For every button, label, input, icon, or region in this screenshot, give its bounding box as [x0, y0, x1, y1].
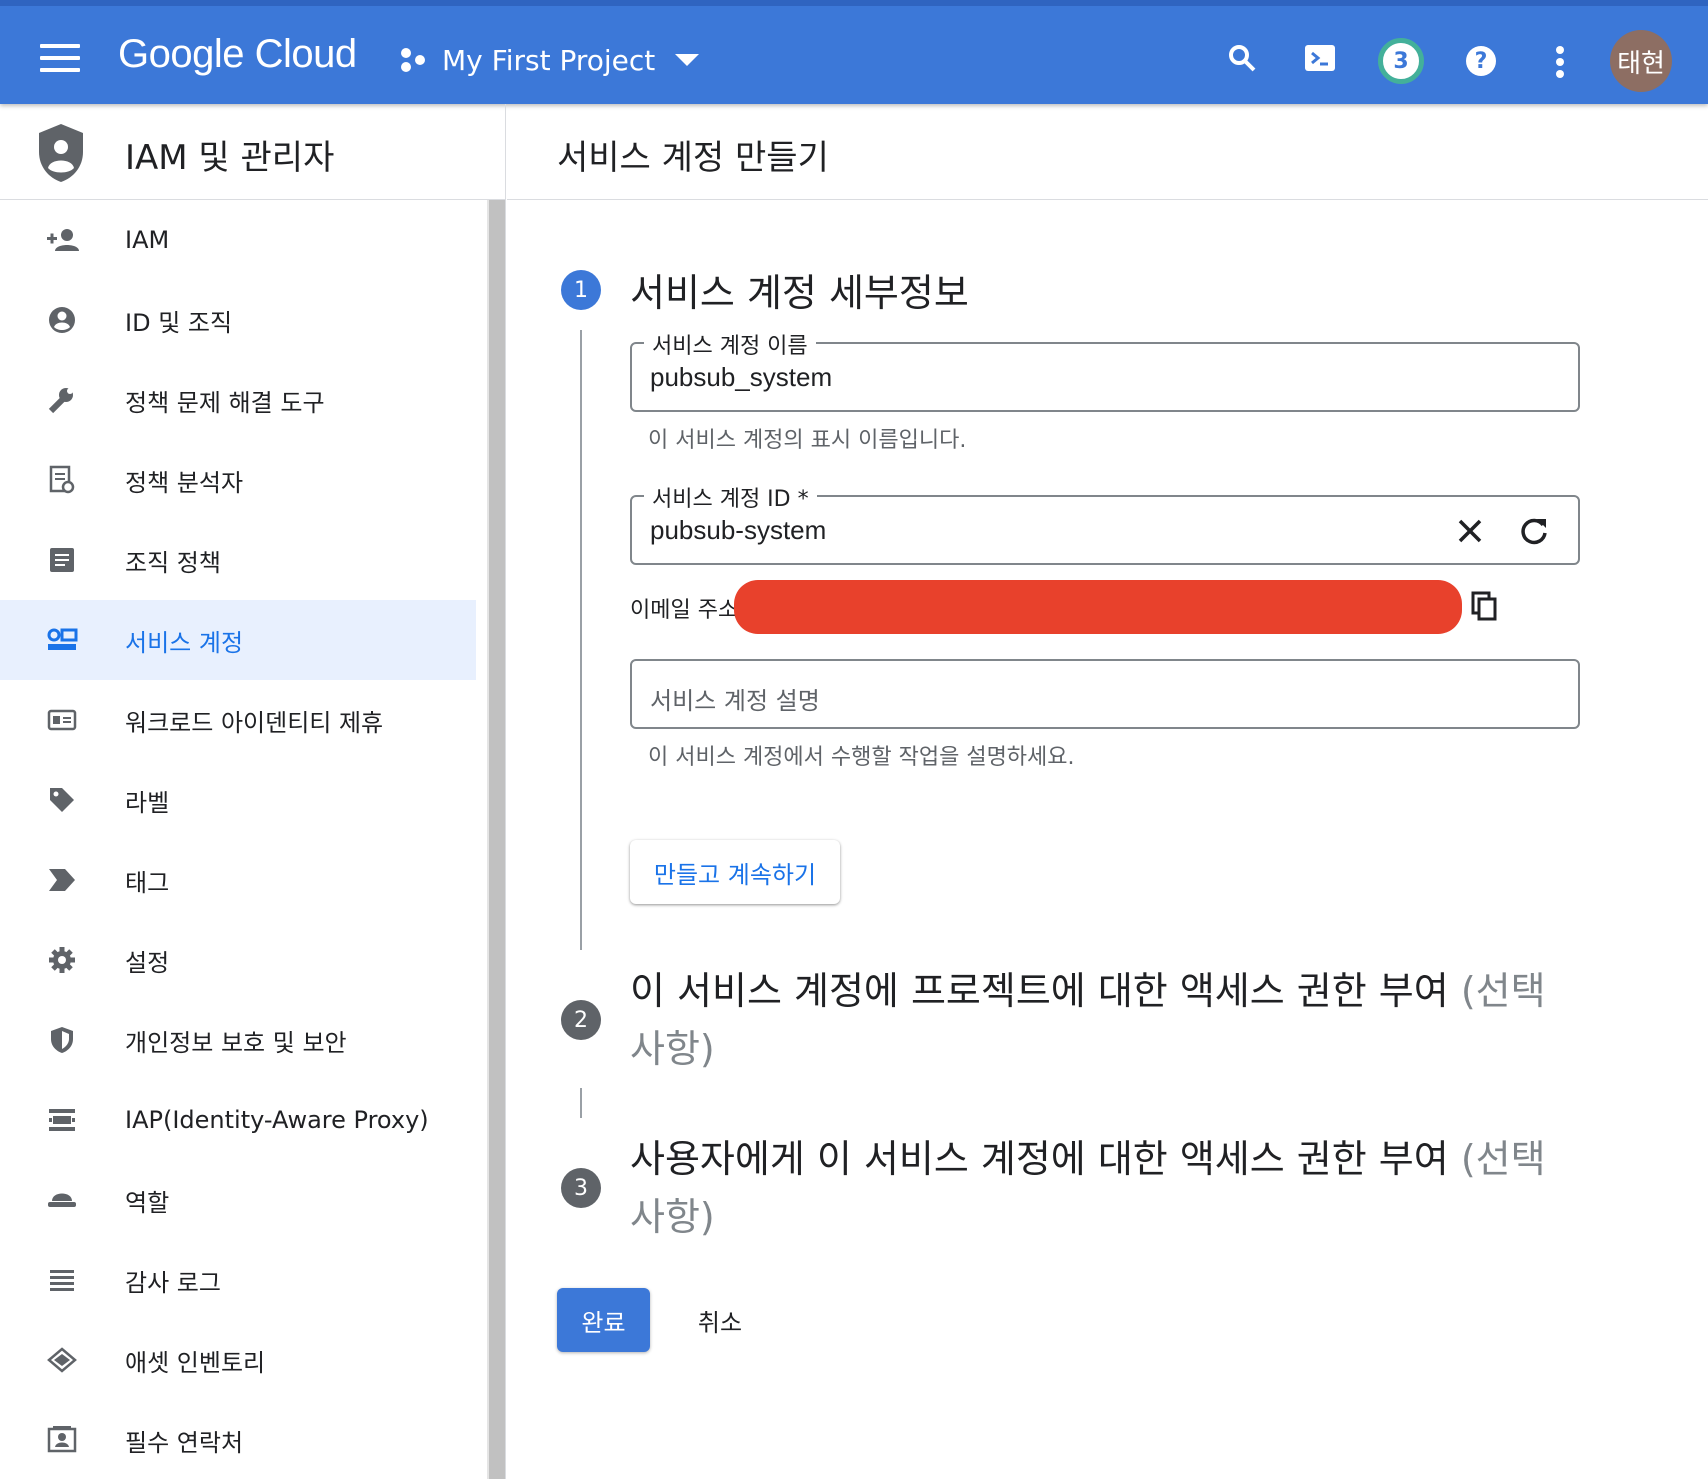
- service-account-id-input[interactable]: pubsub-system: [650, 515, 826, 546]
- sidebar-item-label: 태그: [125, 868, 170, 897]
- id-card-icon: [44, 702, 80, 738]
- step-1-title: 서비스 계정 세부정보: [630, 271, 969, 315]
- shield-icon: [44, 1022, 80, 1058]
- clear-icon[interactable]: [1450, 511, 1490, 551]
- hamburger-menu-icon[interactable]: [40, 44, 80, 72]
- cancel-button[interactable]: 취소: [680, 1288, 760, 1352]
- description-field-hint: 이 서비스 계정에서 수행할 작업을 설명하세요.: [648, 745, 1075, 770]
- sidebar-item[interactable]: 감사 로그: [0, 1240, 476, 1320]
- sidebar-item[interactable]: 설정: [0, 920, 476, 1000]
- top-app-bar: Google Cloud My First Project 3 ? 태현: [0, 0, 1708, 104]
- done-button[interactable]: 완료: [557, 1288, 650, 1352]
- step-2-title[interactable]: 이 서비스 계정에 프로젝트에 대한 액세스 권한 부여 (선택사항): [630, 962, 1560, 1078]
- create-and-continue-button[interactable]: 만들고 계속하기: [630, 840, 840, 904]
- sidebar-item[interactable]: 역할: [0, 1160, 476, 1240]
- tag-icon: [44, 862, 80, 898]
- email-address-label: 이메일 주소: [630, 598, 739, 623]
- policy-analyzer-icon: [44, 462, 80, 498]
- page-title: 서비스 계정 만들기: [557, 138, 829, 178]
- step-3-title[interactable]: 사용자에게 이 서비스 계정에 대한 액세스 권한 부여 (선택사항): [630, 1130, 1560, 1246]
- sidebar-item-label: 정책 분석자: [125, 468, 244, 497]
- redacted-email: [734, 580, 1462, 634]
- sidebar-item[interactable]: 태그: [0, 840, 476, 920]
- page-header: 서비스 계정 만들기: [507, 104, 1708, 200]
- step-2-indicator: 2: [561, 1000, 601, 1040]
- field-label: 서비스 계정 ID *: [644, 481, 817, 513]
- project-selector[interactable]: My First Project: [398, 38, 700, 82]
- field-label: 서비스 계정 이름: [644, 328, 816, 360]
- sidebar-item[interactable]: 워크로드 아이덴티티 제휴: [0, 680, 476, 760]
- sidebar-item[interactable]: 정책 분석자: [0, 440, 476, 520]
- sidebar-item-label: 정책 문제 해결 도구: [125, 388, 325, 417]
- sidebar-item-label: 역할: [125, 1188, 170, 1217]
- avatar[interactable]: 태현: [1610, 30, 1672, 92]
- sidebar-item[interactable]: 애셋 인벤토리: [0, 1320, 476, 1400]
- sidebar-item[interactable]: 정책 문제 해결 도구: [0, 360, 476, 440]
- sidebar-item[interactable]: IAM: [0, 200, 476, 280]
- iam-shield-icon: [39, 124, 83, 182]
- sidebar-scrollbar[interactable]: [487, 200, 505, 1479]
- copy-icon[interactable]: [1466, 588, 1502, 624]
- sidebar-item-label: 애셋 인벤토리: [125, 1348, 266, 1377]
- step-connector-line: [580, 1088, 582, 1118]
- cloud-shell-icon[interactable]: [1298, 36, 1342, 80]
- step-connector-line: [580, 330, 582, 950]
- search-icon[interactable]: [1220, 36, 1264, 80]
- service-account-name-field[interactable]: 서비스 계정 이름 pubsub_system: [630, 328, 1580, 412]
- name-field-hint: 이 서비스 계정의 표시 이름입니다.: [648, 428, 967, 453]
- sidebar-header: IAM 및 관리자: [0, 104, 505, 200]
- sidebar-item[interactable]: 필수 연락처: [0, 1400, 476, 1479]
- sidebar-title: IAM 및 관리자: [125, 138, 335, 178]
- gear-icon: [44, 942, 80, 978]
- notifications-badge[interactable]: 3: [1378, 38, 1424, 84]
- label-icon: [44, 782, 80, 818]
- sidebar-item-label: 개인정보 보호 및 보안: [125, 1028, 347, 1057]
- iap-icon: [44, 1102, 80, 1138]
- sidebar-item[interactable]: 라벨: [0, 760, 476, 840]
- sidebar-item-label: 필수 연락처: [125, 1428, 244, 1457]
- sidebar-item-label: 설정: [125, 948, 170, 977]
- sidebar-item[interactable]: 개인정보 보호 및 보안: [0, 1000, 476, 1080]
- step-3-title-text: 사용자에게 이 서비스 계정에 대한 액세스 권한 부여: [630, 1137, 1449, 1181]
- sidebar-item[interactable]: IAP(Identity-Aware Proxy): [0, 1080, 476, 1160]
- sidebar-item-label: IAP(Identity-Aware Proxy): [125, 1106, 429, 1134]
- sidebar-item-label: 워크로드 아이덴티티 제휴: [125, 708, 384, 737]
- wrench-icon: [44, 382, 80, 418]
- more-options-icon[interactable]: [1556, 46, 1566, 82]
- help-icon[interactable]: ?: [1466, 46, 1496, 76]
- step-3-indicator: 3: [561, 1168, 601, 1208]
- service-account-id-field[interactable]: 서비스 계정 ID * pubsub-system: [630, 481, 1580, 565]
- account-circle-icon: [44, 302, 80, 338]
- layers-icon: [44, 1342, 80, 1378]
- person-add-icon: [44, 222, 80, 258]
- sidebar-item[interactable]: 서비스 계정: [0, 600, 476, 680]
- document-icon: [44, 542, 80, 578]
- step-1-indicator: 1: [561, 270, 601, 310]
- contact-card-icon: [44, 1422, 80, 1458]
- description-input[interactable]: 서비스 계정 설명: [650, 681, 820, 716]
- service-account-name-input[interactable]: pubsub_system: [650, 362, 832, 393]
- google-cloud-logo[interactable]: Google Cloud: [118, 32, 357, 77]
- sidebar-item-label: IAM: [125, 226, 170, 254]
- sidebar: IAM 및 관리자 IAM ID 및 조직정책 문제 해결 도구정책 분석자조직 …: [0, 104, 506, 1479]
- service-account-icon: [44, 622, 80, 658]
- role-hat-icon: [44, 1182, 80, 1218]
- sidebar-item[interactable]: ID 및 조직: [0, 280, 476, 360]
- service-account-description-field[interactable]: 서비스 계정 설명: [630, 659, 1580, 729]
- project-hexagon-icon: [401, 48, 425, 72]
- sidebar-item[interactable]: 조직 정책: [0, 520, 476, 600]
- sidebar-item-label: 조직 정책: [125, 548, 221, 577]
- step-2-title-text: 이 서비스 계정에 프로젝트에 대한 액세스 권한 부여: [630, 969, 1449, 1013]
- sidebar-item-label: 라벨: [125, 788, 170, 817]
- sidebar-item-label: ID 및 조직: [125, 308, 233, 337]
- refresh-icon[interactable]: [1514, 511, 1554, 551]
- sidebar-nav: IAM ID 및 조직정책 문제 해결 도구정책 분석자조직 정책서비스 계정워크…: [0, 200, 476, 1479]
- sidebar-item-label: 서비스 계정: [125, 628, 244, 657]
- list-icon: [44, 1262, 80, 1298]
- sidebar-item-label: 감사 로그: [125, 1268, 221, 1297]
- project-name: My First Project: [442, 43, 656, 77]
- dropdown-caret-icon: [675, 54, 700, 66]
